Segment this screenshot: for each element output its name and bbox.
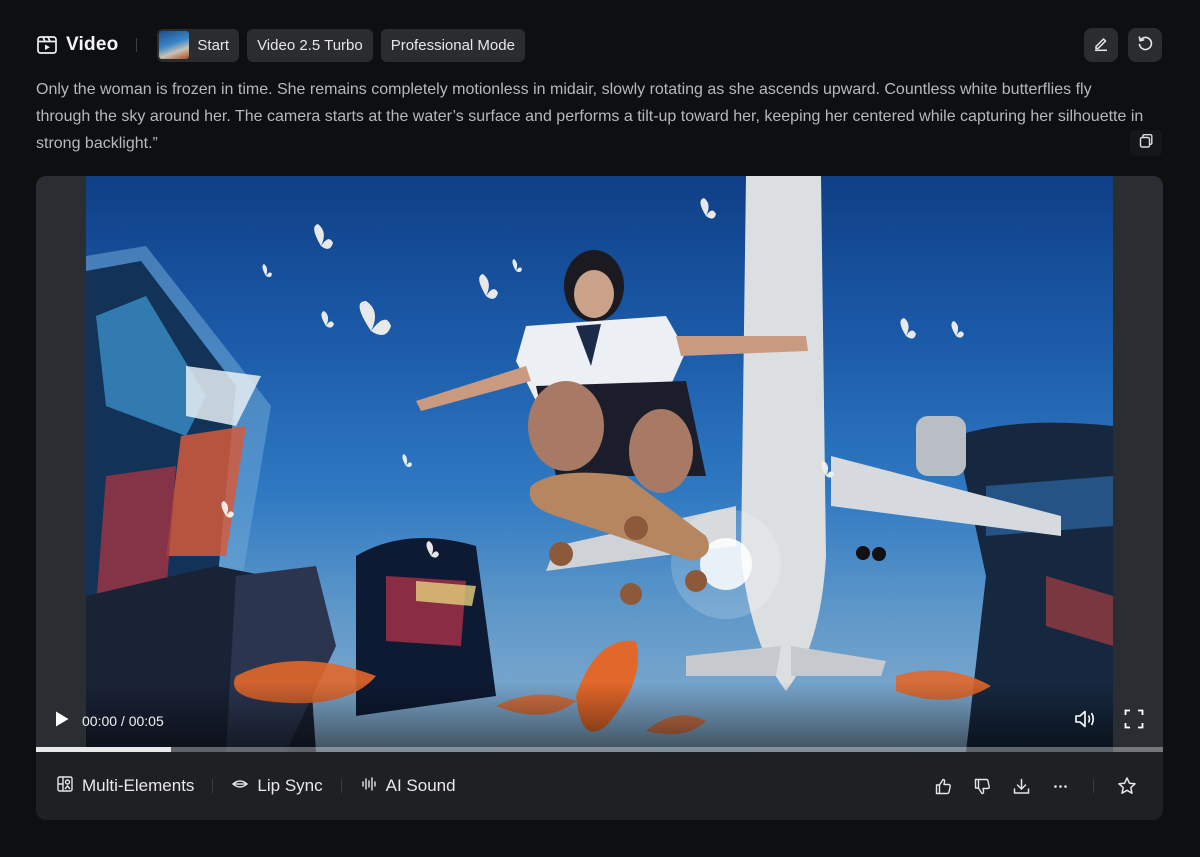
chip-label: Professional Mode bbox=[390, 36, 515, 54]
copy-prompt-button[interactable] bbox=[1130, 130, 1162, 156]
lip-sync-button[interactable]: Lip Sync bbox=[231, 775, 323, 798]
ai-sound-button[interactable]: AI Sound bbox=[360, 775, 456, 798]
video-scene-illustration bbox=[86, 176, 1113, 752]
tool-label: AI Sound bbox=[385, 776, 456, 795]
multi-elements-icon bbox=[56, 775, 74, 798]
divider bbox=[340, 779, 342, 793]
video-controls-right bbox=[1073, 708, 1145, 735]
thumbs-down-icon[interactable] bbox=[972, 776, 992, 796]
lip-sync-icon bbox=[231, 775, 249, 798]
chip-label: Start bbox=[197, 36, 230, 54]
video-icon bbox=[36, 34, 58, 56]
star-icon[interactable] bbox=[1117, 776, 1137, 796]
play-icon[interactable] bbox=[54, 710, 70, 733]
page-title-group: Video bbox=[36, 34, 118, 56]
header: Video Start Video 2.5 Turbo Professional… bbox=[36, 28, 1162, 62]
settings-chips: Start Video 2.5 Turbo Professional Mode bbox=[157, 28, 525, 62]
divider bbox=[1093, 779, 1094, 793]
thumbs-up-icon[interactable] bbox=[933, 776, 953, 796]
video-player: 00:00 / 00:05 Multi-Elements Lip Sync AI… bbox=[36, 176, 1163, 820]
more-icon[interactable] bbox=[1050, 776, 1070, 796]
video-area: 00:00 / 00:05 bbox=[36, 176, 1163, 752]
multi-elements-button[interactable]: Multi-Elements bbox=[56, 775, 194, 798]
edit-icon bbox=[1092, 34, 1110, 57]
mode-chip[interactable]: Professional Mode bbox=[380, 28, 525, 62]
result-actions bbox=[933, 776, 1143, 796]
video-frame[interactable] bbox=[86, 176, 1113, 752]
undo-icon bbox=[1136, 34, 1154, 57]
divider bbox=[136, 38, 138, 52]
tool-label: Lip Sync bbox=[257, 776, 323, 795]
model-chip[interactable]: Video 2.5 Turbo bbox=[247, 28, 373, 62]
start-frame-thumbnail bbox=[159, 31, 190, 59]
download-icon[interactable] bbox=[1011, 776, 1031, 796]
regenerate-button[interactable] bbox=[1128, 28, 1162, 62]
divider bbox=[212, 779, 214, 793]
video-controls: 00:00 / 00:05 bbox=[36, 706, 1163, 736]
volume-icon[interactable] bbox=[1073, 708, 1097, 735]
prompt-text: Only the woman is frozen in time. She re… bbox=[36, 81, 1144, 152]
page-title: Video bbox=[66, 34, 119, 55]
header-actions bbox=[1084, 28, 1162, 62]
fullscreen-icon[interactable] bbox=[1123, 708, 1145, 735]
start-frame-chip[interactable]: Start bbox=[157, 28, 240, 62]
copy-icon bbox=[1138, 133, 1154, 154]
video-time: 00:00 / 00:05 bbox=[82, 713, 164, 729]
tool-label: Multi-Elements bbox=[82, 776, 195, 795]
edit-button[interactable] bbox=[1084, 28, 1118, 62]
ai-sound-icon bbox=[360, 775, 378, 798]
video-toolbar: Multi-Elements Lip Sync AI Sound bbox=[36, 752, 1163, 820]
chip-label: Video 2.5 Turbo bbox=[257, 36, 363, 54]
